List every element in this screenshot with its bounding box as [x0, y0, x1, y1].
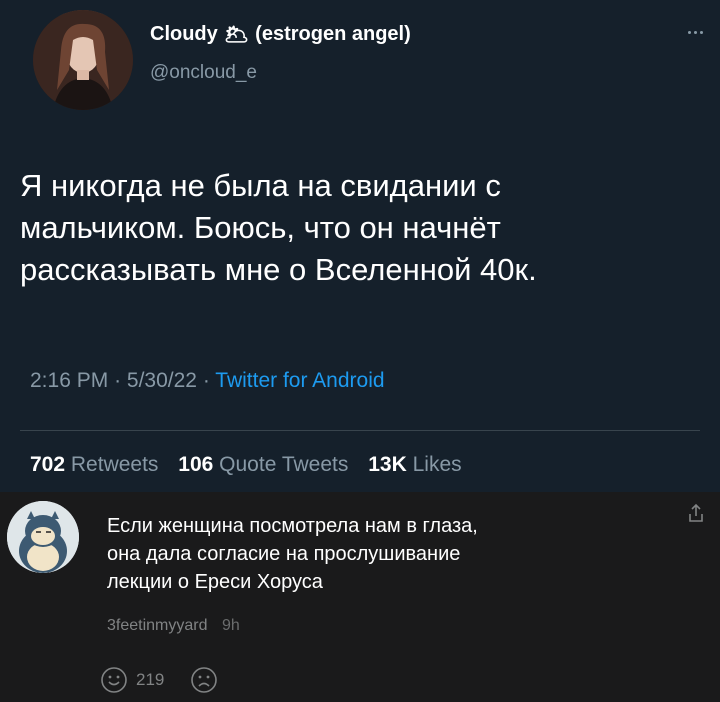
retweets-label: Retweets: [70, 453, 159, 476]
comment-actions: 219: [100, 666, 218, 694]
quotes-label: Quote Tweets: [219, 453, 349, 476]
smile-face-icon[interactable]: [100, 666, 128, 694]
quotes-count: 106: [178, 453, 214, 476]
tweet-time[interactable]: 2:16 PM: [30, 369, 108, 392]
meta-separator: ·: [202, 369, 210, 392]
tweet-timestamp: 2:16 PM · 5/30/22 · Twitter for Android: [30, 369, 385, 393]
quotes-stat[interactable]: 106 Quote Tweets: [178, 453, 348, 476]
more-horizontal-icon[interactable]: [680, 22, 710, 42]
comment-text-line: лекции о Ереси Хоруса: [107, 571, 323, 593]
likes-count: 13K: [368, 453, 407, 476]
likes-stat[interactable]: 13K Likes: [368, 453, 461, 476]
display-name-suffix: (estrogen angel): [255, 23, 411, 45]
tweet-text: Я никогда не была на свидании с мальчико…: [20, 165, 700, 291]
display-name-text: Cloudy: [150, 23, 218, 45]
tweet-card: Cloudy 🌥 (estrogen angel) @oncloud_e Я н…: [0, 0, 720, 492]
comment-text-line: Если женщина посмотрела нам в глаза,: [107, 515, 478, 537]
tweet-stats: 702 Retweets 106 Quote Tweets 13K Likes: [30, 453, 462, 477]
tweet-date[interactable]: 5/30/22: [127, 369, 197, 392]
reddit-comment: Если женщина посмотрела нам в глаза, она…: [0, 492, 720, 702]
user-handle[interactable]: @oncloud_e: [150, 62, 257, 84]
frown-face-icon[interactable]: [190, 666, 218, 694]
cloud-sun-emoji: 🌥: [223, 24, 250, 46]
likes-label: Likes: [412, 453, 462, 476]
comment-username[interactable]: 3feetinmyyard: [107, 617, 208, 634]
user-avatar[interactable]: [33, 10, 133, 110]
share-icon[interactable]: [686, 502, 706, 524]
tweet-text-line: мальчиком. Боюсь, что он начнёт: [20, 210, 501, 245]
meta-separator: ·: [114, 369, 122, 392]
comment-text: Если женщина посмотрела нам в глаза, она…: [107, 512, 667, 596]
tweet-source-link[interactable]: Twitter for Android: [215, 369, 384, 392]
snorlax-avatar-icon[interactable]: [7, 501, 79, 573]
upvote-count: 219: [136, 670, 165, 689]
retweets-count: 702: [30, 453, 66, 476]
tweet-text-line: Я никогда не была на свидании с: [20, 168, 501, 203]
comment-text-line: она дала согласие на прослушивание: [107, 543, 461, 565]
comment-age: 9h: [221, 617, 240, 634]
tweet-text-line: рассказывать мне о Вселенной 40к.: [20, 252, 537, 287]
display-name[interactable]: Cloudy 🌥 (estrogen angel): [150, 22, 411, 47]
divider: [20, 430, 700, 431]
retweets-stat[interactable]: 702 Retweets: [30, 453, 158, 476]
comment-meta: 3feetinmyyard 9h: [107, 617, 240, 635]
